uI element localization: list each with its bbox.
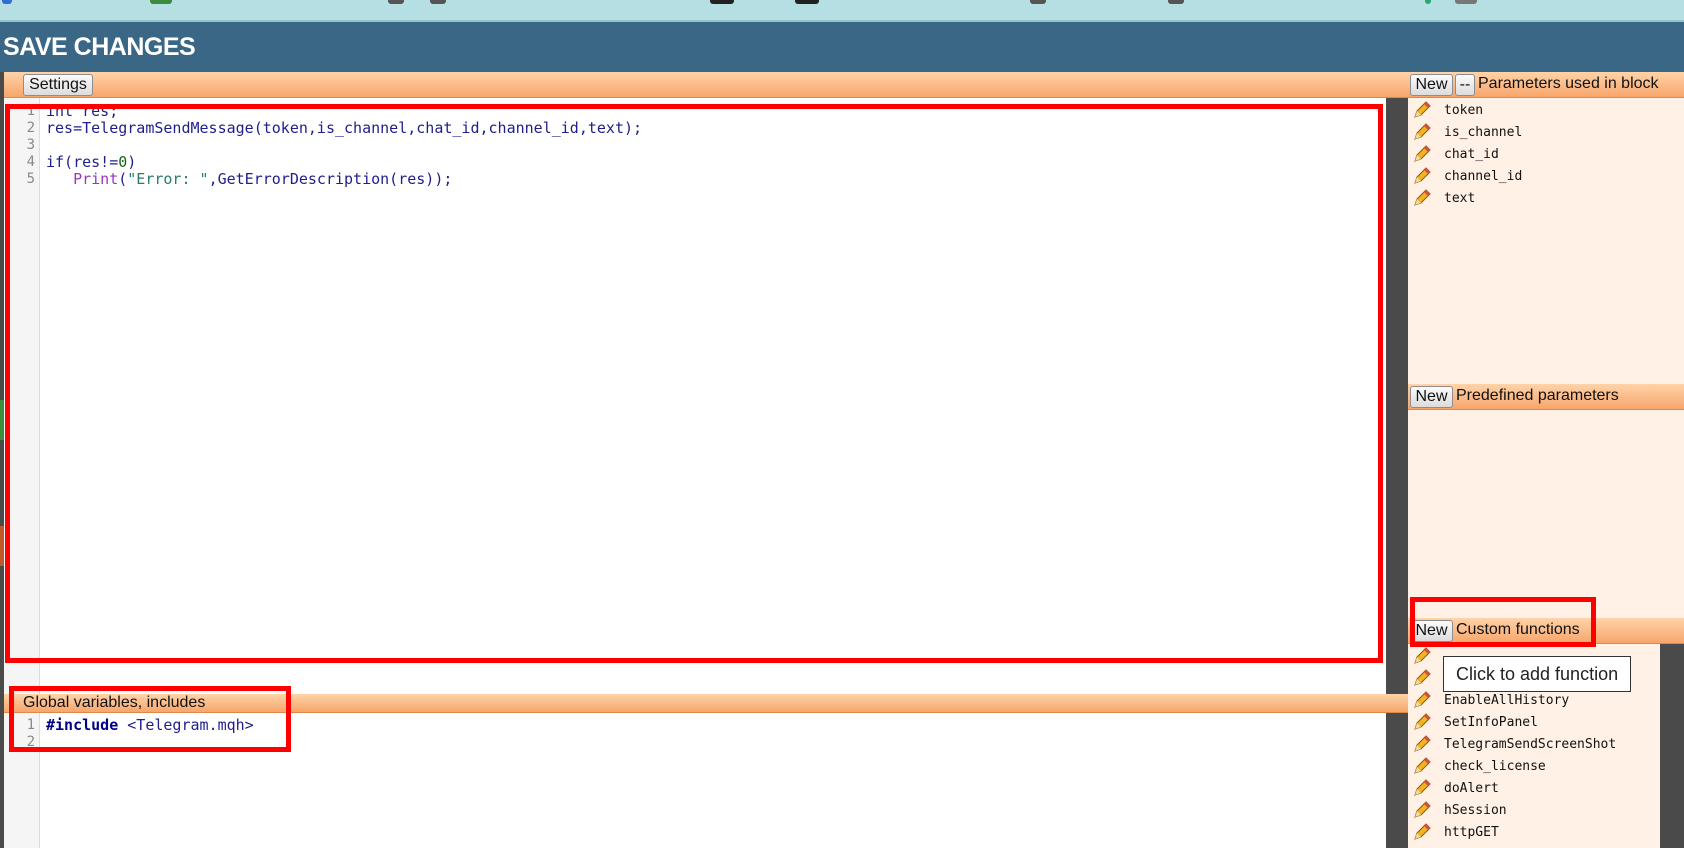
top-toolbar-strip [0, 0, 1684, 22]
list-item[interactable]: text [1408, 188, 1684, 210]
pencil-edit-icon[interactable] [1412, 144, 1432, 164]
settings-bar: Settings [4, 72, 1408, 98]
new-function-button[interactable]: New [1410, 620, 1453, 642]
functions-scrollbar[interactable] [1660, 644, 1684, 848]
global-line-number-gutter: 1 2 [4, 713, 40, 848]
list-item[interactable]: httpGET [1408, 822, 1660, 844]
add-function-tooltip: Click to add function [1443, 656, 1632, 692]
pencil-edit-icon[interactable] [1412, 668, 1432, 688]
parameters-title: Parameters used in block [1478, 75, 1659, 92]
remove-parameter-button[interactable]: -- [1455, 74, 1475, 96]
pencil-edit-icon[interactable] [1412, 690, 1432, 710]
global-code-editor[interactable]: 1 2 #include <Telegram.mqh> [4, 713, 1386, 848]
code-line-4: if(res!=0) [46, 153, 137, 171]
list-item[interactable]: check_license [1408, 756, 1660, 778]
pencil-edit-icon[interactable] [1412, 822, 1432, 842]
line-number-gutter: 1 2 3 4 5 [4, 98, 40, 694]
new-parameter-button[interactable]: New [1410, 74, 1453, 96]
code-line-5: Print("Error: ",GetErrorDescription(res)… [73, 170, 453, 188]
parameter-name: channel_id [1444, 169, 1523, 184]
app-window: { "header": { "title": "SAVE CHANGES" },… [0, 0, 1684, 848]
global-variables-bar: Global variables, includes [4, 694, 1408, 713]
pencil-edit-icon[interactable] [1412, 188, 1432, 208]
list-item[interactable]: TelegramSendScreenShot [1408, 734, 1660, 756]
parameter-name: chat_id [1444, 147, 1499, 162]
parameter-name: token [1444, 103, 1484, 118]
global-variables-label: Global variables, includes [23, 694, 206, 711]
function-name: check_license [1444, 759, 1546, 774]
list-item[interactable]: EnableAllHistory [1408, 690, 1660, 712]
pencil-edit-icon[interactable] [1412, 756, 1432, 776]
line-number: 2 [26, 120, 35, 136]
list-item[interactable]: doAlert [1408, 778, 1660, 800]
pencil-edit-icon[interactable] [1412, 646, 1432, 666]
predefined-parameters-bar: New Predefined parameters [1408, 384, 1684, 410]
parameter-name: is_channel [1444, 125, 1523, 140]
function-name: SetInfoPanel [1444, 715, 1538, 730]
predefined-title: Predefined parameters [1456, 387, 1619, 404]
parameters-bar: New -- Parameters used in block [1408, 72, 1684, 98]
pencil-edit-icon[interactable] [1412, 734, 1432, 754]
global-editor-scrollbar[interactable] [1386, 713, 1408, 848]
code-line-1: int res; [46, 102, 119, 120]
function-name: doAlert [1444, 781, 1499, 796]
function-name: httpGET [1444, 825, 1499, 840]
line-number: 3 [26, 137, 35, 153]
include-filename: <Telegram.mqh> [118, 716, 254, 734]
pencil-edit-icon[interactable] [1412, 800, 1432, 820]
parameters-list: token is_channel chat_id channel_id text [1408, 98, 1684, 384]
editor-scrollbar[interactable] [1386, 98, 1408, 694]
pencil-edit-icon[interactable] [1412, 100, 1432, 120]
list-item[interactable]: SetInfoPanel [1408, 712, 1660, 734]
pencil-edit-icon[interactable] [1412, 778, 1432, 798]
block-code-editor[interactable]: 1 2 3 4 5 int res; res=TelegramSendMessa… [4, 98, 1386, 694]
line-number: 1 [26, 717, 35, 733]
list-item[interactable]: hSession [1408, 800, 1660, 822]
custom-functions-title: Custom functions [1456, 621, 1580, 638]
line-number: 5 [26, 171, 35, 187]
list-item[interactable]: chat_id [1408, 144, 1684, 166]
global-code-line-1: #include <Telegram.mqh> [46, 717, 254, 734]
line-number: 2 [26, 734, 35, 750]
line-number: 1 [26, 103, 35, 119]
list-item[interactable]: token [1408, 100, 1684, 122]
line-number: 4 [26, 154, 35, 170]
include-keyword: #include [46, 716, 119, 734]
settings-button[interactable]: Settings [23, 74, 93, 96]
pencil-edit-icon[interactable] [1412, 712, 1432, 732]
list-item[interactable]: channel_id [1408, 166, 1684, 188]
function-name: EnableAllHistory [1444, 693, 1570, 708]
custom-functions-bar: New Custom functions [1408, 618, 1684, 644]
pencil-edit-icon[interactable] [1412, 166, 1432, 186]
new-predefined-button[interactable]: New [1410, 386, 1453, 408]
code-line-2: res=TelegramSendMessage(token,is_channel… [46, 119, 643, 137]
parameter-name: text [1444, 191, 1476, 206]
function-name: hSession [1444, 803, 1507, 818]
function-name: TelegramSendScreenShot [1444, 737, 1617, 752]
title-bar: SAVE CHANGES [0, 22, 1684, 72]
pencil-edit-icon[interactable] [1412, 122, 1432, 142]
save-changes-button[interactable]: SAVE CHANGES [3, 33, 196, 62]
list-item[interactable]: is_channel [1408, 122, 1684, 144]
